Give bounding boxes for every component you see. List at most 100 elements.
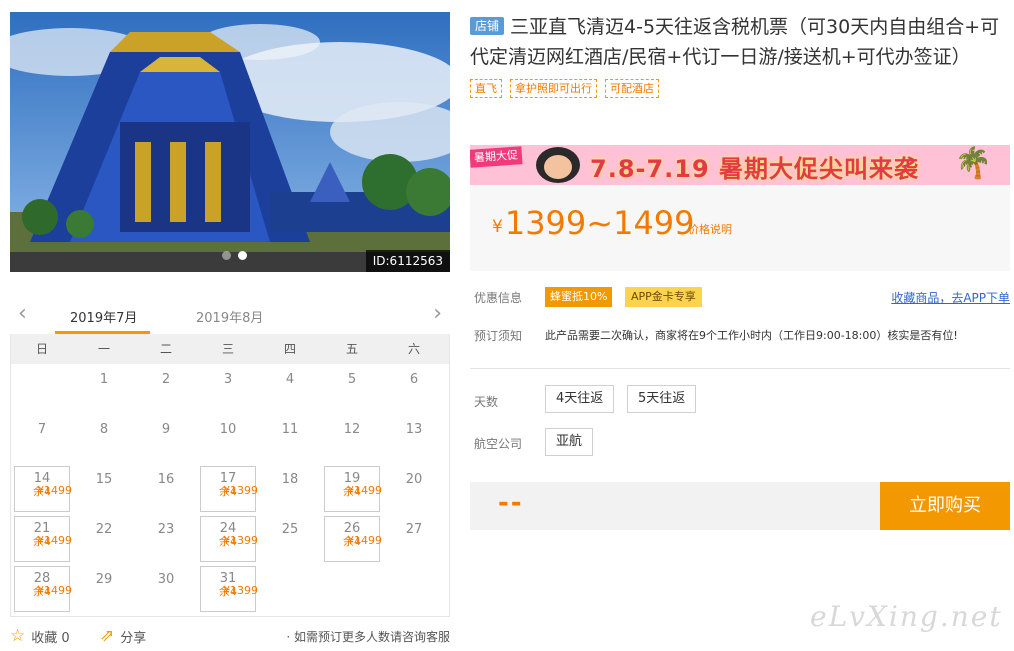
- day-number: 3: [223, 372, 233, 387]
- share-icon: ⇗: [100, 626, 115, 646]
- product-photo[interactable]: ID:6112563: [10, 12, 450, 272]
- day-number: 25: [281, 522, 299, 537]
- calendar-day: 20: [383, 464, 445, 514]
- day-number: 8: [99, 422, 109, 437]
- purchase-bar: -- 立即购买: [470, 482, 1010, 530]
- divider: [470, 368, 1010, 369]
- promo-text: 7.8-7.19 暑期大促尖叫来袭: [590, 155, 920, 183]
- feature-tag: 直飞: [470, 79, 502, 98]
- price-range: ¥1399~1499: [492, 203, 695, 247]
- day-number: 6: [409, 372, 419, 387]
- option-5-days[interactable]: 5天往返: [627, 385, 697, 413]
- option-airasia[interactable]: 亚航: [545, 428, 594, 456]
- calendar-day-available[interactable]: 14 ¥1499 余4: [14, 466, 72, 512]
- weekday-label: 四: [283, 342, 296, 356]
- day-number: 27: [405, 522, 423, 537]
- day-number: 10: [219, 422, 237, 437]
- notice-label: 预订须知: [474, 329, 523, 343]
- day-number: 2: [161, 372, 171, 387]
- promo-badge: 暑期大促: [470, 146, 523, 168]
- weekday-label: 六: [407, 342, 420, 356]
- calendar-day-available[interactable]: 26 ¥1499 余4: [324, 516, 382, 562]
- calendar-day: 11: [259, 414, 321, 464]
- quantity-display[interactable]: --: [498, 488, 524, 518]
- calendar-day: 27: [383, 514, 445, 564]
- favorite-button[interactable]: ☆ 收藏 0: [10, 626, 70, 647]
- calendar-day: 10: [197, 414, 259, 464]
- calendar-day: 25: [259, 514, 321, 564]
- day-price: ¥1399: [223, 584, 258, 597]
- weekday-label: 二: [159, 342, 172, 356]
- calendar-day: 15: [73, 464, 135, 514]
- weekday-label: 三: [221, 342, 234, 356]
- calendar-day: 29: [73, 564, 135, 614]
- calendar-day: 30: [135, 564, 197, 614]
- feature-tag: 拿护照即可出行: [510, 79, 597, 98]
- carousel-dot[interactable]: [222, 251, 231, 260]
- option-4-days[interactable]: 4天往返: [545, 385, 615, 413]
- action-footer: ☆ 收藏 0 ⇗ 分享 · 如需预订更多人数请咨询客服: [10, 627, 450, 647]
- day-number: 22: [95, 522, 113, 537]
- calendar-day: 13: [383, 414, 445, 464]
- day-number: 15: [95, 472, 113, 487]
- calendar-day: 4: [259, 364, 321, 414]
- carousel-dot-active[interactable]: [238, 251, 247, 260]
- day-number: 9: [161, 422, 171, 437]
- day-number: 30: [157, 572, 175, 587]
- day-number: 7: [37, 422, 47, 437]
- day-price: ¥1499: [37, 534, 72, 547]
- calendar-day-available[interactable]: 31 ¥1399 余4: [200, 566, 258, 612]
- date-calendar: ‹ 2019年7月 2019年8月 › 日 一 二 三 四 五 六 123456…: [10, 296, 450, 617]
- calendar-day: 9: [135, 414, 197, 464]
- calendar-day-available[interactable]: 28 ¥1499 余4: [14, 566, 72, 612]
- tab-month-august[interactable]: 2019年8月: [196, 307, 263, 326]
- day-number: 13: [405, 422, 423, 437]
- calendar-day: 18: [259, 464, 321, 514]
- day-number: 4: [285, 372, 295, 387]
- promo-banner[interactable]: 暑期大促 7.8-7.19 暑期大促尖叫来袭 🌴: [470, 145, 1010, 185]
- calendar-day-available[interactable]: 24 ¥1399 余4: [200, 516, 258, 562]
- calendar-days: 1 2 3 4 5 6 7 8 9 10 11 12 13 14 ¥1499 余4 15 16 17 ¥1399 余4 1…: [11, 364, 449, 616]
- calendar-day: 12: [321, 414, 383, 464]
- chevron-right-icon[interactable]: ›: [433, 303, 442, 325]
- site-watermark: eLvXing.net: [810, 600, 1003, 633]
- share-button[interactable]: ⇗ 分享: [100, 626, 146, 647]
- price-value: 1399~1499: [504, 204, 695, 242]
- booking-notice: 此产品需要二次确认，商家将在9个工作小时内（工作日9:00-18:00）核实是否…: [545, 329, 958, 342]
- image-id-label: ID:6112563: [365, 250, 450, 272]
- day-number: 23: [157, 522, 175, 537]
- star-icon: ☆: [10, 626, 26, 646]
- feature-tags: 直飞 拿护照即可出行 可配酒店: [470, 79, 1010, 98]
- chevron-left-icon[interactable]: ‹: [18, 303, 27, 325]
- product-title-block: 店铺 三亚直飞清迈4-5天往返含税机票（可30天内自由组合+可代定清迈网红酒店/民…: [470, 12, 1010, 72]
- days-label: 天数: [474, 395, 499, 409]
- tab-month-july[interactable]: 2019年7月: [70, 307, 137, 326]
- day-number: 20: [405, 472, 423, 487]
- price-explanation-link[interactable]: 价格说明: [688, 221, 732, 237]
- calendar-day-available[interactable]: 21 ¥1499 余4: [14, 516, 72, 562]
- buy-now-button[interactable]: 立即购买: [880, 482, 1010, 530]
- favorite-label: 收藏 0: [31, 631, 70, 646]
- price-box: ¥1399~1499 价格说明: [470, 185, 1010, 271]
- calendar-day: 6: [383, 364, 445, 414]
- favorite-app-link[interactable]: 收藏商品，去APP下单: [891, 289, 1010, 306]
- calendar-day-available[interactable]: 17 ¥1399 余4: [200, 466, 258, 512]
- carousel-dots[interactable]: [222, 251, 247, 260]
- temple-image: [10, 12, 450, 272]
- calendar-day: 23: [135, 514, 197, 564]
- palm-tree-icon: 🌴: [954, 146, 992, 181]
- day-number: 11: [281, 422, 299, 437]
- day-price: ¥1399: [223, 534, 258, 547]
- product-title: 三亚直飞清迈4-5天往返含税机票（可30天内自由组合+可代定清迈网红酒店/民宿+…: [470, 16, 1000, 68]
- day-number: 5: [347, 372, 357, 387]
- shop-badge[interactable]: 店铺: [470, 17, 505, 35]
- calendar-grid: 日 一 二 三 四 五 六 1 2 3 4 5 6 7 8 9 10 11 12 13 14 ¥1499 余4…: [10, 334, 450, 617]
- calendar-day-available[interactable]: 19 ¥1499 余4: [324, 466, 382, 512]
- group-booking-note: · 如需预订更多人数请咨询客服: [286, 630, 450, 644]
- honey-coupon-badge: 蜂蜜抵10%: [545, 287, 613, 307]
- calendar-day: 1: [73, 364, 135, 414]
- calendar-day: 7: [11, 414, 73, 464]
- weekday-label: 日: [35, 342, 48, 356]
- calendar-day: 22: [73, 514, 135, 564]
- weekday-header: 日 一 二 三 四 五 六: [11, 334, 449, 364]
